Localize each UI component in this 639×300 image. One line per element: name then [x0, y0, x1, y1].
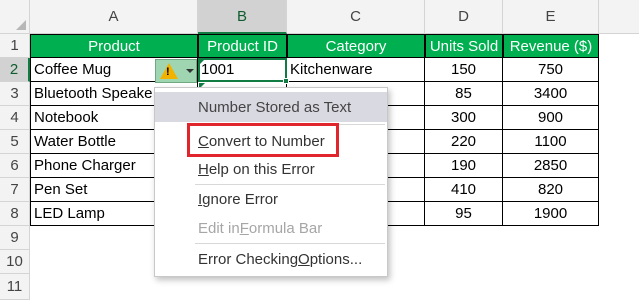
cell-d2[interactable]: 150 [425, 58, 503, 82]
select-all-corner[interactable] [0, 0, 30, 34]
cell-e2[interactable]: 750 [503, 58, 599, 82]
header-product-id[interactable]: Product ID [198, 34, 287, 58]
menu-item-convert-to-number[interactable]: Convert to Number [155, 128, 387, 154]
menu-item-error-checking-options[interactable]: Error Checking Options... [155, 246, 387, 272]
error-indicator-triangle [199, 59, 205, 65]
row-header-9[interactable]: 9 [0, 226, 30, 250]
cell-d3[interactable]: 85 [425, 82, 503, 106]
cell-e7[interactable]: 820 [503, 178, 599, 202]
column-header-a[interactable]: A [30, 0, 198, 34]
row-header-5[interactable]: 5 [0, 130, 30, 154]
menu-divider [195, 243, 385, 244]
cell-e4[interactable]: 900 [503, 106, 599, 130]
header-category[interactable]: Category [287, 34, 425, 58]
row-header-8[interactable]: 8 [0, 202, 30, 226]
row-header-1[interactable]: 1 [0, 34, 30, 58]
cell-e3[interactable]: 3400 [503, 82, 599, 106]
column-header-f[interactable] [599, 0, 639, 34]
menu-item-ignore-error[interactable]: Ignore Error [155, 186, 387, 212]
cell-d4[interactable]: 300 [425, 106, 503, 130]
error-checking-menu: Number Stored as Text Convert to Number … [154, 87, 388, 277]
spreadsheet-grid: A B C D E 1 2 3 4 5 6 7 8 9 10 11 Produc… [0, 0, 639, 300]
chevron-down-icon [186, 69, 194, 73]
cell-e6[interactable]: 2850 [503, 154, 599, 178]
menu-item-edit-in-formula-bar: Edit in Formula Bar [198, 219, 323, 237]
cell-d6[interactable]: 190 [425, 154, 503, 178]
cell-e8[interactable]: 1900 [503, 202, 599, 226]
column-header-e[interactable]: E [503, 0, 599, 34]
row-header-3[interactable]: 3 [0, 82, 30, 106]
row-header-2[interactable]: 2 [0, 58, 30, 82]
cell-d7[interactable]: 410 [425, 178, 503, 202]
error-checking-button[interactable]: ! [155, 59, 197, 83]
cell-b2[interactable]: 1001 [198, 58, 287, 82]
header-product[interactable]: Product [30, 34, 198, 58]
row-header-4[interactable]: 4 [0, 106, 30, 130]
cell-e5[interactable]: 1100 [503, 130, 599, 154]
header-units-sold[interactable]: Units Sold [425, 34, 503, 58]
row-header-11[interactable]: 11 [0, 274, 30, 300]
menu-title: Number Stored as Text [155, 92, 387, 122]
warning-triangle-icon: ! [160, 63, 178, 79]
menu-item-help-on-error[interactable]: Help on this Error [155, 156, 387, 182]
cell-d8[interactable]: 95 [425, 202, 503, 226]
column-header-d[interactable]: D [425, 0, 503, 34]
menu-divider [195, 124, 385, 125]
cell-c2[interactable]: Kitchenware [287, 58, 425, 82]
row-header-10[interactable]: 10 [0, 250, 30, 274]
column-header-c[interactable]: C [287, 0, 425, 34]
row-header-6[interactable]: 6 [0, 154, 30, 178]
row-header-7[interactable]: 7 [0, 178, 30, 202]
menu-divider [195, 184, 385, 185]
header-revenue[interactable]: Revenue ($) [503, 34, 599, 58]
column-header-b[interactable]: B [198, 0, 287, 34]
cell-d5[interactable]: 220 [425, 130, 503, 154]
